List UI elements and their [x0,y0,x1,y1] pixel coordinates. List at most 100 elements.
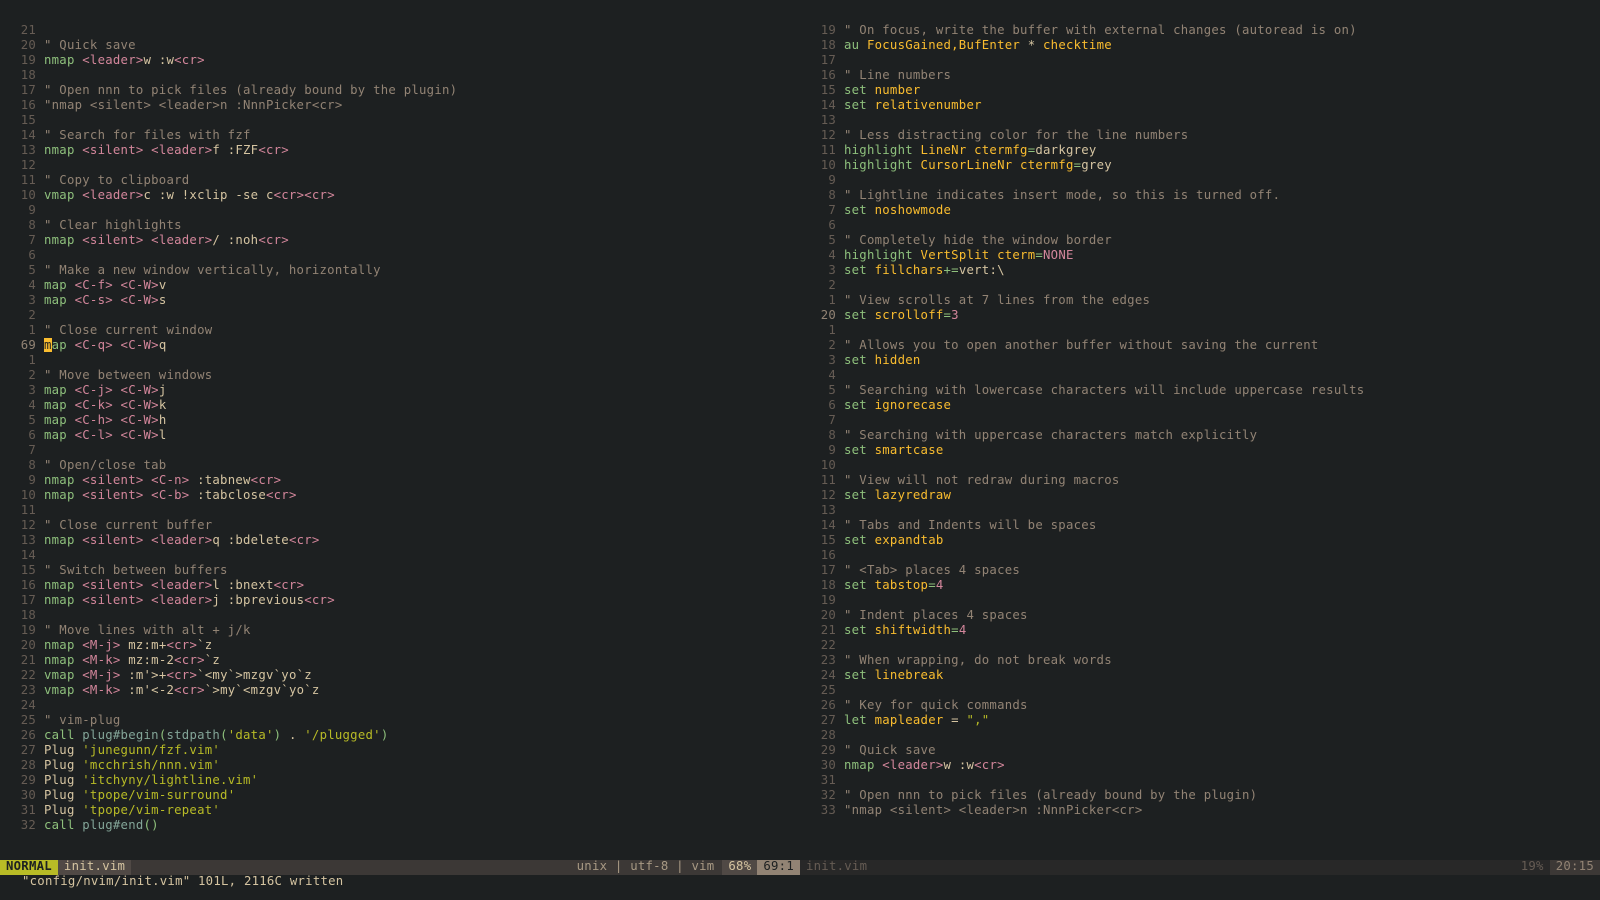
code-line[interactable]: 10nmap <silent> <C-b> :tabclose<cr> [0,489,800,504]
code-line[interactable]: 30Plug 'tpope/vim-surround' [0,789,800,804]
code-line[interactable]: 16 [800,549,1600,564]
code-line[interactable]: 20" Quick save [0,39,800,54]
code-line[interactable]: 12set lazyredraw [800,489,1600,504]
code-line[interactable]: 8" Open/close tab [0,459,800,474]
code-line[interactable]: 21set shiftwidth=4 [800,624,1600,639]
code-line[interactable]: 18 [0,69,800,84]
editor-area[interactable]: 2120" Quick save19nmap <leader>w :w<cr>1… [0,0,1600,860]
code-line[interactable]: 16nmap <silent> <leader>l :bnext<cr> [0,579,800,594]
code-line[interactable]: 1 [0,354,800,369]
code-line[interactable]: 23vmap <M-k> :m'<-2<cr>`>my`<mzgv`yo`z [0,684,800,699]
code-line[interactable]: 11highlight LineNr ctermfg=darkgrey [800,144,1600,159]
code-line[interactable]: 14" Search for files with fzf [0,129,800,144]
code-line[interactable]: 4highlight VertSplit cterm=NONE [800,249,1600,264]
code-line[interactable]: 31Plug 'tpope/vim-repeat' [0,804,800,819]
code-line[interactable]: 4map <C-k> <C-W>k [0,399,800,414]
code-line[interactable]: 19 [800,594,1600,609]
code-line[interactable]: 15set expandtab [800,534,1600,549]
code-line[interactable]: 27let mapleader = "," [800,714,1600,729]
code-line[interactable]: 9 [800,174,1600,189]
code-line[interactable]: 32" Open nnn to pick files (already boun… [800,789,1600,804]
code-line[interactable]: 12" Close current buffer [0,519,800,534]
code-line[interactable]: 26" Key for quick commands [800,699,1600,714]
code-line[interactable]: 12 [0,159,800,174]
code-line[interactable]: 6 [0,249,800,264]
code-line[interactable]: 3map <C-s> <C-W>s [0,294,800,309]
code-line[interactable]: 1 [800,324,1600,339]
code-line[interactable]: 7 [0,444,800,459]
code-line[interactable]: 7 [800,414,1600,429]
code-line[interactable]: 13 [800,114,1600,129]
code-line[interactable]: 5" Searching with lowercase characters w… [800,384,1600,399]
code-line[interactable]: 11 [0,504,800,519]
code-line[interactable]: 5" Make a new window vertically, horizon… [0,264,800,279]
code-line[interactable]: 6 [800,219,1600,234]
code-line[interactable]: 6set ignorecase [800,399,1600,414]
code-line[interactable]: 13nmap <silent> <leader>f :FZF<cr> [0,144,800,159]
code-line[interactable]: 15" Switch between buffers [0,564,800,579]
code-line[interactable]: 19" Move lines with alt + j/k [0,624,800,639]
code-line[interactable]: 13 [800,504,1600,519]
code-line[interactable]: 7set noshowmode [800,204,1600,219]
code-line[interactable]: 2" Move between windows [0,369,800,384]
code-line[interactable]: 17 [800,54,1600,69]
code-line[interactable]: 10 [800,459,1600,474]
code-line[interactable]: 14" Tabs and Indents will be spaces [800,519,1600,534]
code-line[interactable]: 11" Copy to clipboard [0,174,800,189]
code-line[interactable]: 29" Quick save [800,744,1600,759]
code-line[interactable]: 10vmap <leader>c :w !xclip -se c<cr><cr> [0,189,800,204]
code-line[interactable]: 4map <C-f> <C-W>v [0,279,800,294]
code-line[interactable]: 2 [800,279,1600,294]
code-line[interactable]: 8" Clear highlights [0,219,800,234]
code-line[interactable]: 69map <C-q> <C-W>q [0,339,800,354]
code-line[interactable]: 10highlight CursorLineNr ctermfg=grey [800,159,1600,174]
left-pane[interactable]: 2120" Quick save19nmap <leader>w :w<cr>1… [0,24,800,860]
code-line[interactable]: 17nmap <silent> <leader>j :bprevious<cr> [0,594,800,609]
code-line[interactable]: 5" Completely hide the window border [800,234,1600,249]
code-line[interactable]: 8" Lightline indicates insert mode, so t… [800,189,1600,204]
code-line[interactable]: 26call plug#begin(stdpath('data') . '/pl… [0,729,800,744]
code-line[interactable]: 14set relativenumber [800,99,1600,114]
code-line[interactable]: 13nmap <silent> <leader>q :bdelete<cr> [0,534,800,549]
code-line[interactable]: 15 [0,114,800,129]
code-line[interactable]: 5map <C-h> <C-W>h [0,414,800,429]
code-line[interactable]: 3map <C-j> <C-W>j [0,384,800,399]
code-line[interactable]: 32call plug#end() [0,819,800,834]
right-pane[interactable]: 19" On focus, write the buffer with exte… [800,24,1600,860]
code-line[interactable]: 25 [800,684,1600,699]
code-line[interactable]: 11" View will not redraw during macros [800,474,1600,489]
code-line[interactable]: 18set tabstop=4 [800,579,1600,594]
code-line[interactable]: 21nmap <M-k> mz:m-2<cr>`z [0,654,800,669]
code-line[interactable]: 24set linebreak [800,669,1600,684]
code-line[interactable]: 25" vim-plug [0,714,800,729]
code-line[interactable]: 3set hidden [800,354,1600,369]
code-line[interactable]: 21 [0,24,800,39]
code-line[interactable]: 17" <Tab> places 4 spaces [800,564,1600,579]
code-line[interactable]: 23" When wrapping, do not break words [800,654,1600,669]
code-line[interactable]: 28 [800,729,1600,744]
code-line[interactable]: 1" Close current window [0,324,800,339]
code-line[interactable]: 9nmap <silent> <C-n> :tabnew<cr> [0,474,800,489]
code-line[interactable]: 29Plug 'itchyny/lightline.vim' [0,774,800,789]
code-line[interactable]: 16"nmap <silent> <leader>n :NnnPicker<cr… [0,99,800,114]
code-line[interactable]: 8" Searching with uppercase characters m… [800,429,1600,444]
code-line[interactable]: 24 [0,699,800,714]
code-line[interactable]: 1" View scrolls at 7 lines from the edge… [800,294,1600,309]
code-line[interactable]: 22vmap <M-j> :m'>+<cr>`<my`>mzgv`yo`z [0,669,800,684]
code-line[interactable]: 19" On focus, write the buffer with exte… [800,24,1600,39]
code-line[interactable]: 30nmap <leader>w :w<cr> [800,759,1600,774]
code-line[interactable]: 14 [0,549,800,564]
code-line[interactable]: 4 [800,369,1600,384]
code-line[interactable]: 18 [0,609,800,624]
code-line[interactable]: 15set number [800,84,1600,99]
code-line[interactable]: 18au FocusGained,BufEnter * checktime [800,39,1600,54]
code-line[interactable]: 3set fillchars+=vert:\ [800,264,1600,279]
code-line[interactable]: 2 [0,309,800,324]
code-line[interactable]: 6map <C-l> <C-W>l [0,429,800,444]
code-line[interactable]: 27Plug 'junegunn/fzf.vim' [0,744,800,759]
code-line[interactable]: 19nmap <leader>w :w<cr> [0,54,800,69]
code-line[interactable]: 7nmap <silent> <leader>/ :noh<cr> [0,234,800,249]
code-line[interactable]: 33"nmap <silent> <leader>n :NnnPicker<cr… [800,804,1600,819]
code-line[interactable]: 16" Line numbers [800,69,1600,84]
code-line[interactable]: 2" Allows you to open another buffer wit… [800,339,1600,354]
